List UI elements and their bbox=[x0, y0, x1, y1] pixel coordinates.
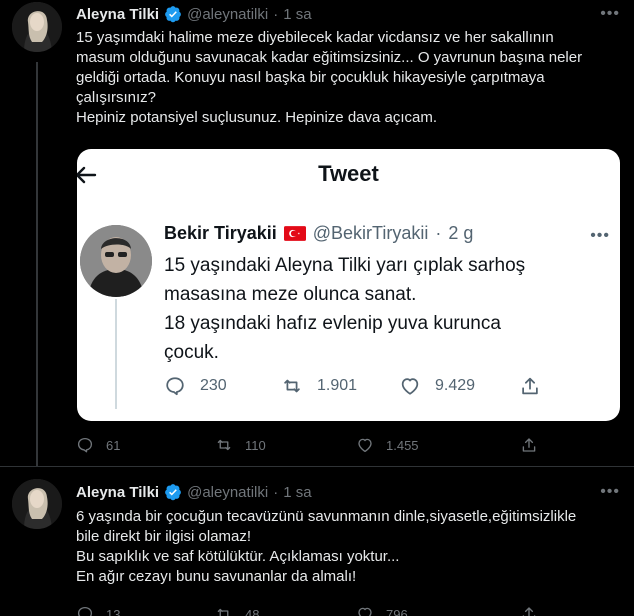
screenshot-retweet-count: 1.901 bbox=[317, 377, 358, 394]
retweet-icon bbox=[217, 439, 231, 451]
tweet[interactable]: Aleyna Tilki @aleynatilki · 1 sa ••• 6 y… bbox=[0, 467, 634, 616]
screenshot-retweet-action: 1.901 bbox=[281, 375, 399, 397]
separator-dot: · bbox=[273, 483, 279, 501]
share-button[interactable] bbox=[520, 436, 538, 454]
quoted-screenshot-image[interactable]: Tweet Bekir Tiryakii @BekirTiryakii · 2 … bbox=[77, 149, 620, 421]
share-icon bbox=[522, 377, 538, 395]
screenshot-more-icon: ••• bbox=[590, 227, 610, 244]
screenshot-like-count: 9.429 bbox=[435, 377, 476, 394]
heart-icon bbox=[358, 607, 372, 616]
share-button[interactable] bbox=[520, 605, 538, 616]
retweet-button[interactable]: 110 bbox=[215, 436, 356, 454]
retweet-button[interactable]: 48 bbox=[215, 605, 356, 616]
tweet-text: 6 yaşında bir çocuğun tecavüzünü savunma… bbox=[76, 508, 577, 585]
screenshot-action-bar: 230 1.901 9.429 bbox=[164, 375, 541, 397]
avatar-photo bbox=[12, 479, 62, 529]
screenshot-author-name: Bekir Tiryakii bbox=[164, 223, 277, 243]
retweet-icon bbox=[217, 608, 230, 616]
screenshot-avatar bbox=[80, 225, 152, 297]
like-button[interactable]: 1.455 bbox=[356, 436, 520, 454]
reply-icon bbox=[77, 437, 93, 453]
screenshot-like-action: 9.429 bbox=[399, 375, 519, 397]
screenshot-tweet-text: 15 yaşındaki Aleyna Tilki yarı çıplak sa… bbox=[164, 255, 526, 363]
tweet[interactable]: Aleyna Tilki @aleynatilki · 1 sa ••• 15 … bbox=[0, 0, 634, 466]
separator-dot: · bbox=[273, 5, 279, 23]
author-handle[interactable]: @aleynatilki bbox=[187, 6, 268, 23]
reply-count: 61 bbox=[106, 437, 121, 453]
share-icon bbox=[522, 607, 536, 616]
retweet-icon bbox=[284, 379, 300, 393]
author-name[interactable]: Aleyna Tilki bbox=[76, 6, 159, 23]
tweet-header: Aleyna Tilki @aleynatilki · 1 sa bbox=[76, 480, 312, 504]
tweet-action-bar: 13 48 796 bbox=[76, 605, 538, 616]
author-name[interactable]: Aleyna Tilki bbox=[76, 484, 159, 501]
screenshot-timestamp: 2 g bbox=[448, 223, 474, 243]
screenshot-avatar-photo bbox=[80, 225, 152, 297]
avatar[interactable] bbox=[12, 2, 62, 52]
screenshot-tweet-header: Bekir Tiryakii @BekirTiryakii · 2 g bbox=[164, 223, 473, 244]
thread-line bbox=[36, 62, 38, 466]
like-button[interactable]: 796 bbox=[356, 605, 520, 616]
tweet-timestamp[interactable]: 1 sa bbox=[283, 6, 311, 23]
tweet-text: 15 yaşımdaki halime meze diyebilecek kad… bbox=[76, 29, 583, 126]
screenshot-reply-action: 230 bbox=[164, 375, 281, 397]
retweet-count: 48 bbox=[245, 606, 260, 616]
like-count: 1.455 bbox=[386, 437, 419, 453]
retweet-count: 110 bbox=[245, 437, 266, 453]
heart-icon bbox=[401, 378, 419, 395]
reply-icon bbox=[77, 606, 93, 616]
reply-icon bbox=[166, 377, 184, 396]
avatar[interactable] bbox=[12, 479, 62, 529]
screenshot-page-title: Tweet bbox=[318, 161, 379, 186]
share-icon bbox=[522, 438, 536, 452]
screenshot-separator-dot: · bbox=[435, 223, 442, 243]
like-count: 796 bbox=[386, 606, 408, 616]
screenshot-author-handle: @BekirTiryakii bbox=[312, 223, 429, 243]
reply-button[interactable]: 13 bbox=[76, 605, 215, 616]
avatar-photo bbox=[12, 2, 62, 52]
reply-count: 13 bbox=[106, 606, 121, 616]
turkey-flag-icon bbox=[283, 226, 306, 241]
heart-icon bbox=[358, 438, 372, 453]
screenshot-reply-count: 230 bbox=[200, 377, 227, 394]
tweet-header: Aleyna Tilki @aleynatilki · 1 sa bbox=[76, 2, 312, 26]
verified-badge-icon bbox=[165, 6, 181, 23]
author-handle[interactable]: @aleynatilki bbox=[187, 484, 268, 501]
verified-badge-icon bbox=[165, 484, 181, 501]
screenshot-thread-line bbox=[115, 299, 117, 409]
tweet-action-bar: 61 110 1.455 bbox=[76, 436, 538, 454]
reply-button[interactable]: 61 bbox=[76, 436, 215, 454]
more-icon[interactable]: ••• bbox=[600, 5, 620, 23]
tweet-timestamp[interactable]: 1 sa bbox=[283, 484, 311, 501]
screenshot-share-action bbox=[519, 375, 541, 397]
more-icon[interactable]: ••• bbox=[600, 483, 620, 501]
